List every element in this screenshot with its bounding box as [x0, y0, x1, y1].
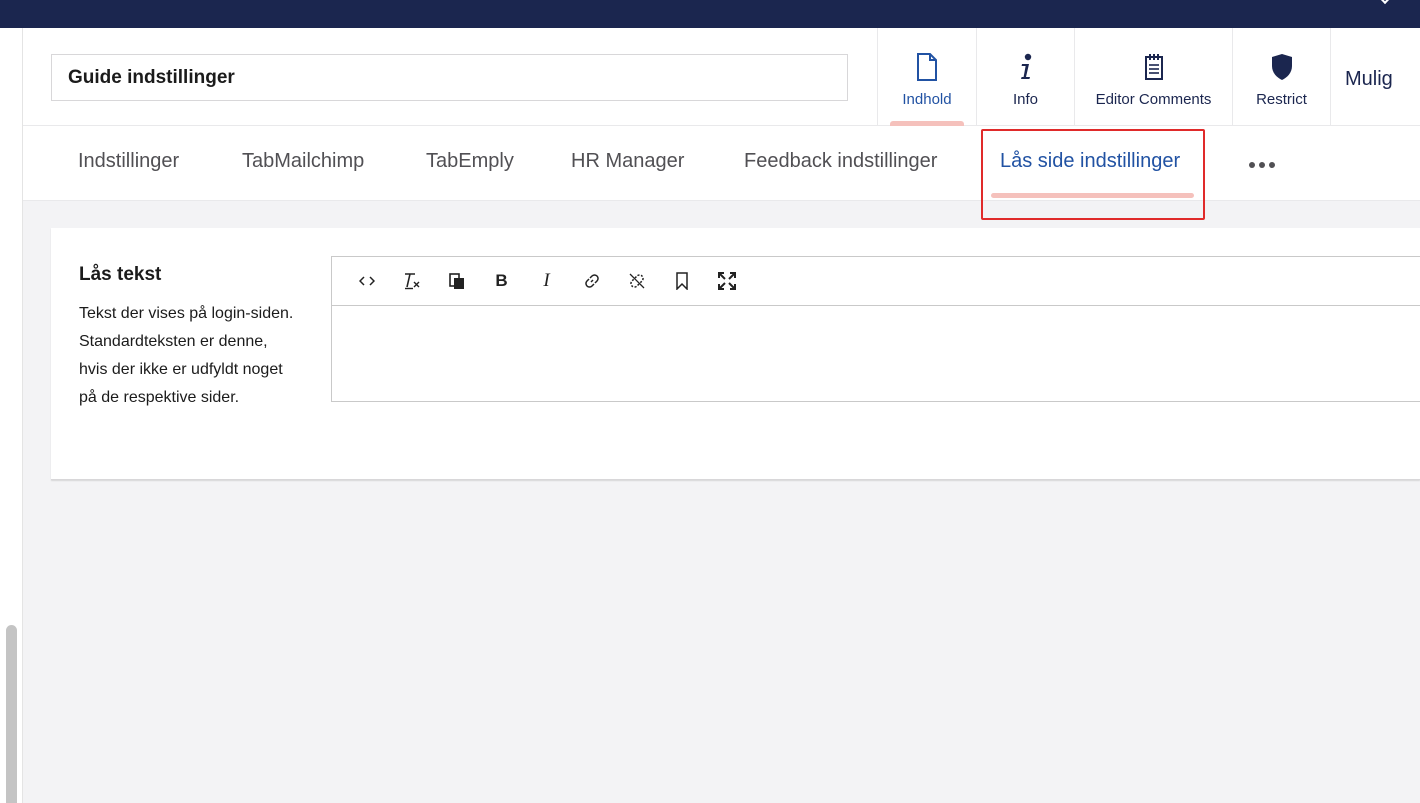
tab-feedback-indstillinger[interactable]: Feedback indstillinger [744, 150, 937, 173]
code-icon[interactable] [344, 257, 389, 306]
notepad-icon [1144, 50, 1164, 84]
app-info-label: Info [1012, 91, 1039, 108]
app-info[interactable]: Info [976, 28, 1074, 126]
chevron-down-icon[interactable] [1377, 0, 1393, 5]
tab-tabmailchimp[interactable]: TabMailchimp [242, 150, 364, 173]
app-editor-comments-label: Editor Comments [1095, 91, 1212, 108]
app-indhold[interactable]: Indhold [877, 28, 976, 126]
app-indhold-label: Indhold [902, 91, 952, 108]
property-tabs: Indstillinger TabMailchimp TabEmply HR M… [23, 126, 1420, 201]
rte-toolbar: B I [332, 257, 1420, 306]
fullscreen-icon[interactable] [704, 257, 749, 306]
italic-icon[interactable]: I [524, 257, 569, 306]
rich-text-editor: B I [331, 256, 1420, 402]
paste-icon[interactable] [434, 257, 479, 306]
app-overflow-label[interactable]: Mulig [1345, 68, 1393, 91]
app-editor-comments[interactable]: Editor Comments [1074, 28, 1232, 126]
link-icon[interactable] [569, 257, 614, 306]
info-icon [1018, 50, 1034, 84]
shield-icon [1271, 50, 1293, 84]
top-bar [0, 0, 1420, 28]
tab-hr-manager[interactable]: HR Manager [571, 150, 684, 173]
unlink-icon[interactable] [614, 257, 659, 306]
tab-indstillinger[interactable]: Indstillinger [78, 150, 179, 173]
clear-format-icon[interactable] [389, 257, 434, 306]
property-description: Tekst der vises på login-siden. Standard… [79, 305, 294, 406]
tab-tabemply[interactable]: TabEmply [426, 150, 514, 173]
bold-icon[interactable]: B [479, 257, 524, 306]
highlight-annotation [981, 129, 1205, 220]
tree-scrollbar[interactable] [6, 625, 17, 803]
editor-header: Indhold Info Editor Comments Restrict Mu… [23, 28, 1420, 126]
app-restrict-label: Restrict [1256, 91, 1307, 108]
tree-panel [0, 28, 23, 803]
rte-content-area[interactable] [332, 306, 1420, 401]
bookmark-icon[interactable] [659, 257, 704, 306]
app-restrict[interactable]: Restrict [1232, 28, 1330, 126]
ellipsis-icon[interactable] [1249, 162, 1275, 168]
page-name-input[interactable] [51, 54, 848, 101]
property-label: Lås tekst [79, 264, 162, 285]
property-panel: Lås tekst Tekst der vises på login-siden… [51, 228, 1420, 480]
document-icon [916, 50, 938, 84]
content-app-nav: Indhold Info Editor Comments Restrict [877, 28, 1420, 126]
